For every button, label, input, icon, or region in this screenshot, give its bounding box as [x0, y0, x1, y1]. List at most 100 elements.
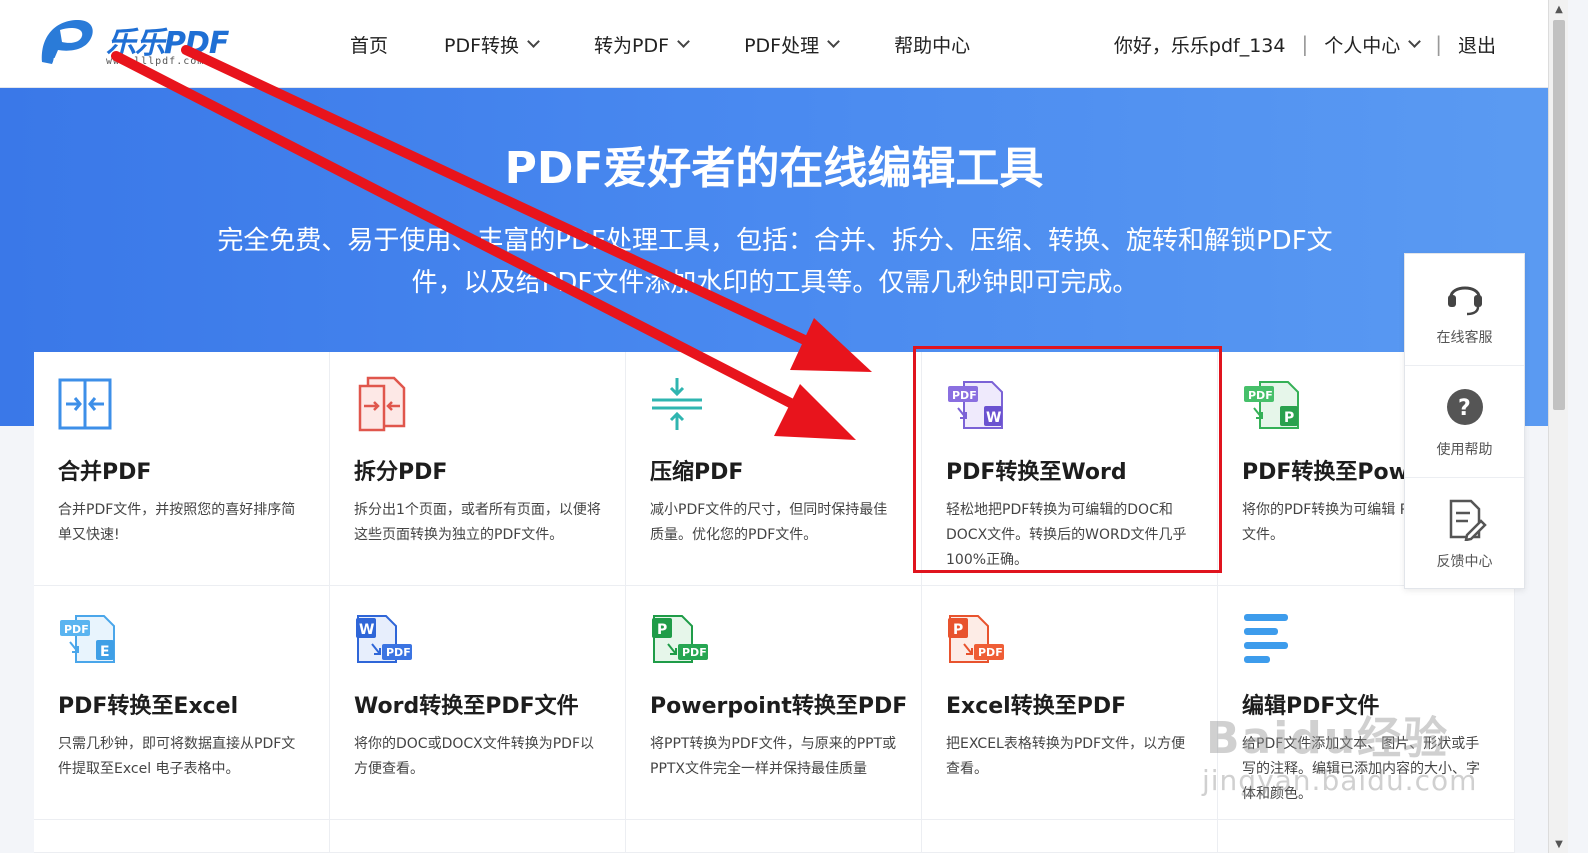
svg-text:P: P [1284, 410, 1294, 426]
user-greeting[interactable]: 你好，乐乐pdf_134 [1114, 31, 1286, 58]
tool-card-partial [922, 820, 1218, 853]
svg-text:?: ? [1458, 396, 1471, 421]
chevron-down-icon [827, 34, 840, 48]
help-icon: ? [1446, 388, 1483, 425]
pdf-to-word-icon: PDF W [948, 381, 1003, 429]
floating-side-panel: 在线客服 ? 使用帮助 反馈中心 [1404, 253, 1525, 589]
split-icon [358, 376, 406, 432]
tool-card-compress[interactable]: 压缩PDF 减小PDF文件的尺寸，但同时保持最佳质量。优化您的PDF文件。 [626, 352, 922, 586]
tool-title: 拆分PDF [354, 460, 448, 485]
svg-text:W: W [986, 410, 1001, 426]
nav-pdf-convert-label: PDF转换 [444, 34, 520, 57]
svg-text:PDF: PDF [682, 646, 707, 659]
side-label: 在线客服 [1436, 329, 1493, 346]
tool-desc: 轻松地把PDF转换为可编辑的DOC和DOCX文件。转换后的WORD文件几乎100… [946, 502, 1187, 568]
svg-text:E: E [100, 644, 110, 660]
edit-pdf-icon [1244, 614, 1288, 663]
personal-center-label: 个人中心 [1324, 34, 1401, 57]
divider: | [1301, 32, 1309, 56]
side-label: 使用帮助 [1436, 441, 1493, 458]
tool-card-edit-pdf[interactable]: 编辑PDF文件 给PDF文件添加文本、图片、形状或手写的注释。编辑已添加内容的大… [1218, 586, 1515, 820]
nav-help-center[interactable]: 帮助中心 [894, 31, 970, 58]
tool-card-pdf-to-word[interactable]: PDF W PDF转换至Word 轻松地把PDF转换为可编辑的DOC和DOCX文… [922, 352, 1218, 586]
nav-pdf-convert[interactable]: PDF转换 [444, 31, 540, 58]
tools-grid: 合并PDF 合并PDF文件，并按照您的喜好排序简单又快速! 拆分PDF 拆分出1… [34, 352, 1515, 853]
tool-title: Excel转换至PDF [946, 694, 1127, 719]
tool-card-split[interactable]: 拆分PDF 拆分出1个页面，或者所有页面，以便将这些页面转换为独立的PDF文件。 [330, 352, 626, 586]
hero-title: PDF爱好者的在线编辑工具 [504, 143, 1044, 194]
scroll-thumb[interactable] [1553, 20, 1565, 410]
headset-icon [1447, 286, 1482, 315]
nav-help-center-label: 帮助中心 [894, 34, 971, 57]
tool-title: 编辑PDF文件 [1242, 694, 1380, 719]
pdf-to-excel-icon: PDF E [60, 615, 115, 663]
logo-url: www.lllpdf.com [106, 56, 205, 67]
svg-text:PDF: PDF [386, 646, 411, 659]
personal-center-menu[interactable]: 个人中心 [1324, 31, 1422, 58]
tool-card-word-to-pdf[interactable]: W PDF Word转换至PDF文件 将你的DOC或DOCX文件转换为PDF以方… [330, 586, 626, 820]
tool-desc: 拆分出1个页面，或者所有页面，以便将这些页面转换为独立的PDF文件。 [354, 502, 601, 543]
tool-card-partial [1218, 820, 1515, 853]
tool-desc: 把EXCEL表格转换为PDF文件，以方便查看。 [946, 736, 1186, 777]
tool-card-partial [626, 820, 922, 853]
tool-card-ppt-to-pdf[interactable]: P PDF Powerpoint转换至PDF 将PPT转换为PDF文件，与原来的… [626, 586, 922, 820]
excel-to-pdf-icon: P PDF [948, 615, 1004, 663]
tool-card-partial [34, 820, 330, 853]
tool-title: 压缩PDF [650, 460, 744, 485]
tool-desc: 合并PDF文件，并按照您的喜好排序简单又快速! [58, 502, 296, 543]
main-nav: 首页 PDF转换 转为PDF PDF处理 帮助中心 [350, 28, 1026, 60]
hero-subtitle: 完全免费、易于使用、丰富的PDF处理工具，包括：合并、拆分、压缩、转换、旋转和解… [180, 220, 1370, 304]
tool-title: 合并PDF [58, 460, 152, 485]
feedback-icon [1449, 499, 1487, 541]
tool-title: PDF转换至Word [946, 460, 1127, 485]
top-header: PDF 乐乐PDF www.lllpdf.com 首页 PDF转换 转为PDF … [0, 0, 1568, 88]
svg-text:PDF: PDF [952, 389, 977, 402]
side-online-service[interactable]: 在线客服 [1405, 254, 1524, 366]
scroll-down-icon[interactable]: ▼ [1549, 835, 1569, 853]
tool-desc: 将你的DOC或DOCX文件转换为PDF以方便查看。 [354, 736, 595, 777]
logo-mark-icon: PDF [41, 20, 93, 68]
svg-text:P: P [657, 622, 667, 638]
divider: | [1435, 32, 1442, 56]
tool-desc: 减小PDF文件的尺寸，但同时保持最佳质量。优化您的PDF文件。 [650, 502, 888, 543]
svg-text:W: W [359, 622, 374, 638]
tool-desc: 只需几秒钟，即可将数据直接从PDF文件提取至Excel 电子表格中。 [58, 736, 296, 777]
nav-home[interactable]: 首页 [350, 31, 388, 58]
nav-to-pdf[interactable]: 转为PDF [594, 31, 690, 58]
merge-icon [58, 378, 112, 430]
tool-title: Powerpoint转换至PDF [650, 694, 908, 719]
chevron-down-icon [1408, 34, 1422, 48]
tool-desc: 给PDF文件添加文本、图片、形状或手写的注释。编辑已添加内容的大小、字体和颜色。 [1242, 736, 1480, 802]
chevron-down-icon [527, 34, 540, 48]
tool-card-partial [330, 820, 626, 853]
tool-card-merge[interactable]: 合并PDF 合并PDF文件，并按照您的喜好排序简单又快速! [34, 352, 330, 586]
tool-title: PDF转换至Excel [58, 694, 239, 719]
hero-subtitle-line2: 件，以及给PDF文件添加水印的工具等。仅需几秒钟即可完成。 [411, 268, 1139, 298]
user-area: 你好，乐乐pdf_134 | 个人中心 | 退出 [1114, 28, 1496, 60]
tool-title: Word转换至PDF文件 [354, 694, 579, 719]
scroll-up-icon[interactable]: ▲ [1549, 0, 1569, 18]
site-logo[interactable]: PDF 乐乐PDF www.lllpdf.com [34, 14, 234, 74]
nav-pdf-process-label: PDF处理 [744, 34, 820, 57]
svg-text:PDF: PDF [64, 623, 89, 636]
pdf-to-ppt-icon: PDF P [1244, 381, 1299, 429]
nav-home-label: 首页 [350, 34, 389, 57]
tool-card-excel-to-pdf[interactable]: P PDF Excel转换至PDF 把EXCEL表格转换为PDF文件，以方便查看… [922, 586, 1218, 820]
side-feedback-center[interactable]: 反馈中心 [1405, 478, 1524, 590]
logout-link[interactable]: 退出 [1458, 31, 1496, 58]
svg-text:PDF: PDF [52, 56, 77, 68]
chevron-down-icon [677, 34, 690, 48]
side-label: 反馈中心 [1436, 554, 1493, 570]
tool-card-pdf-to-excel[interactable]: PDF E PDF转换至Excel 只需几秒钟，即可将数据直接从PDF文件提取至… [34, 586, 330, 820]
svg-text:P: P [953, 622, 963, 638]
svg-text:PDF: PDF [978, 646, 1003, 659]
ppt-to-pdf-icon: P PDF [652, 615, 708, 663]
compress-icon [652, 378, 702, 430]
hero-subtitle-line1: 完全免费、易于使用、丰富的PDF处理工具，包括：合并、拆分、压缩、转换、旋转和解… [217, 226, 1333, 256]
nav-pdf-process[interactable]: PDF处理 [744, 31, 840, 58]
side-usage-help[interactable]: ? 使用帮助 [1405, 366, 1524, 478]
vertical-scrollbar[interactable]: ▲ ▼ [1548, 0, 1568, 853]
word-to-pdf-icon: W PDF [356, 615, 412, 663]
tool-desc: 将PPT转换为PDF文件，与原来的PPT或PPTX文件完全一样并保持最佳质量 [650, 736, 897, 777]
svg-text:PDF: PDF [1248, 389, 1273, 402]
